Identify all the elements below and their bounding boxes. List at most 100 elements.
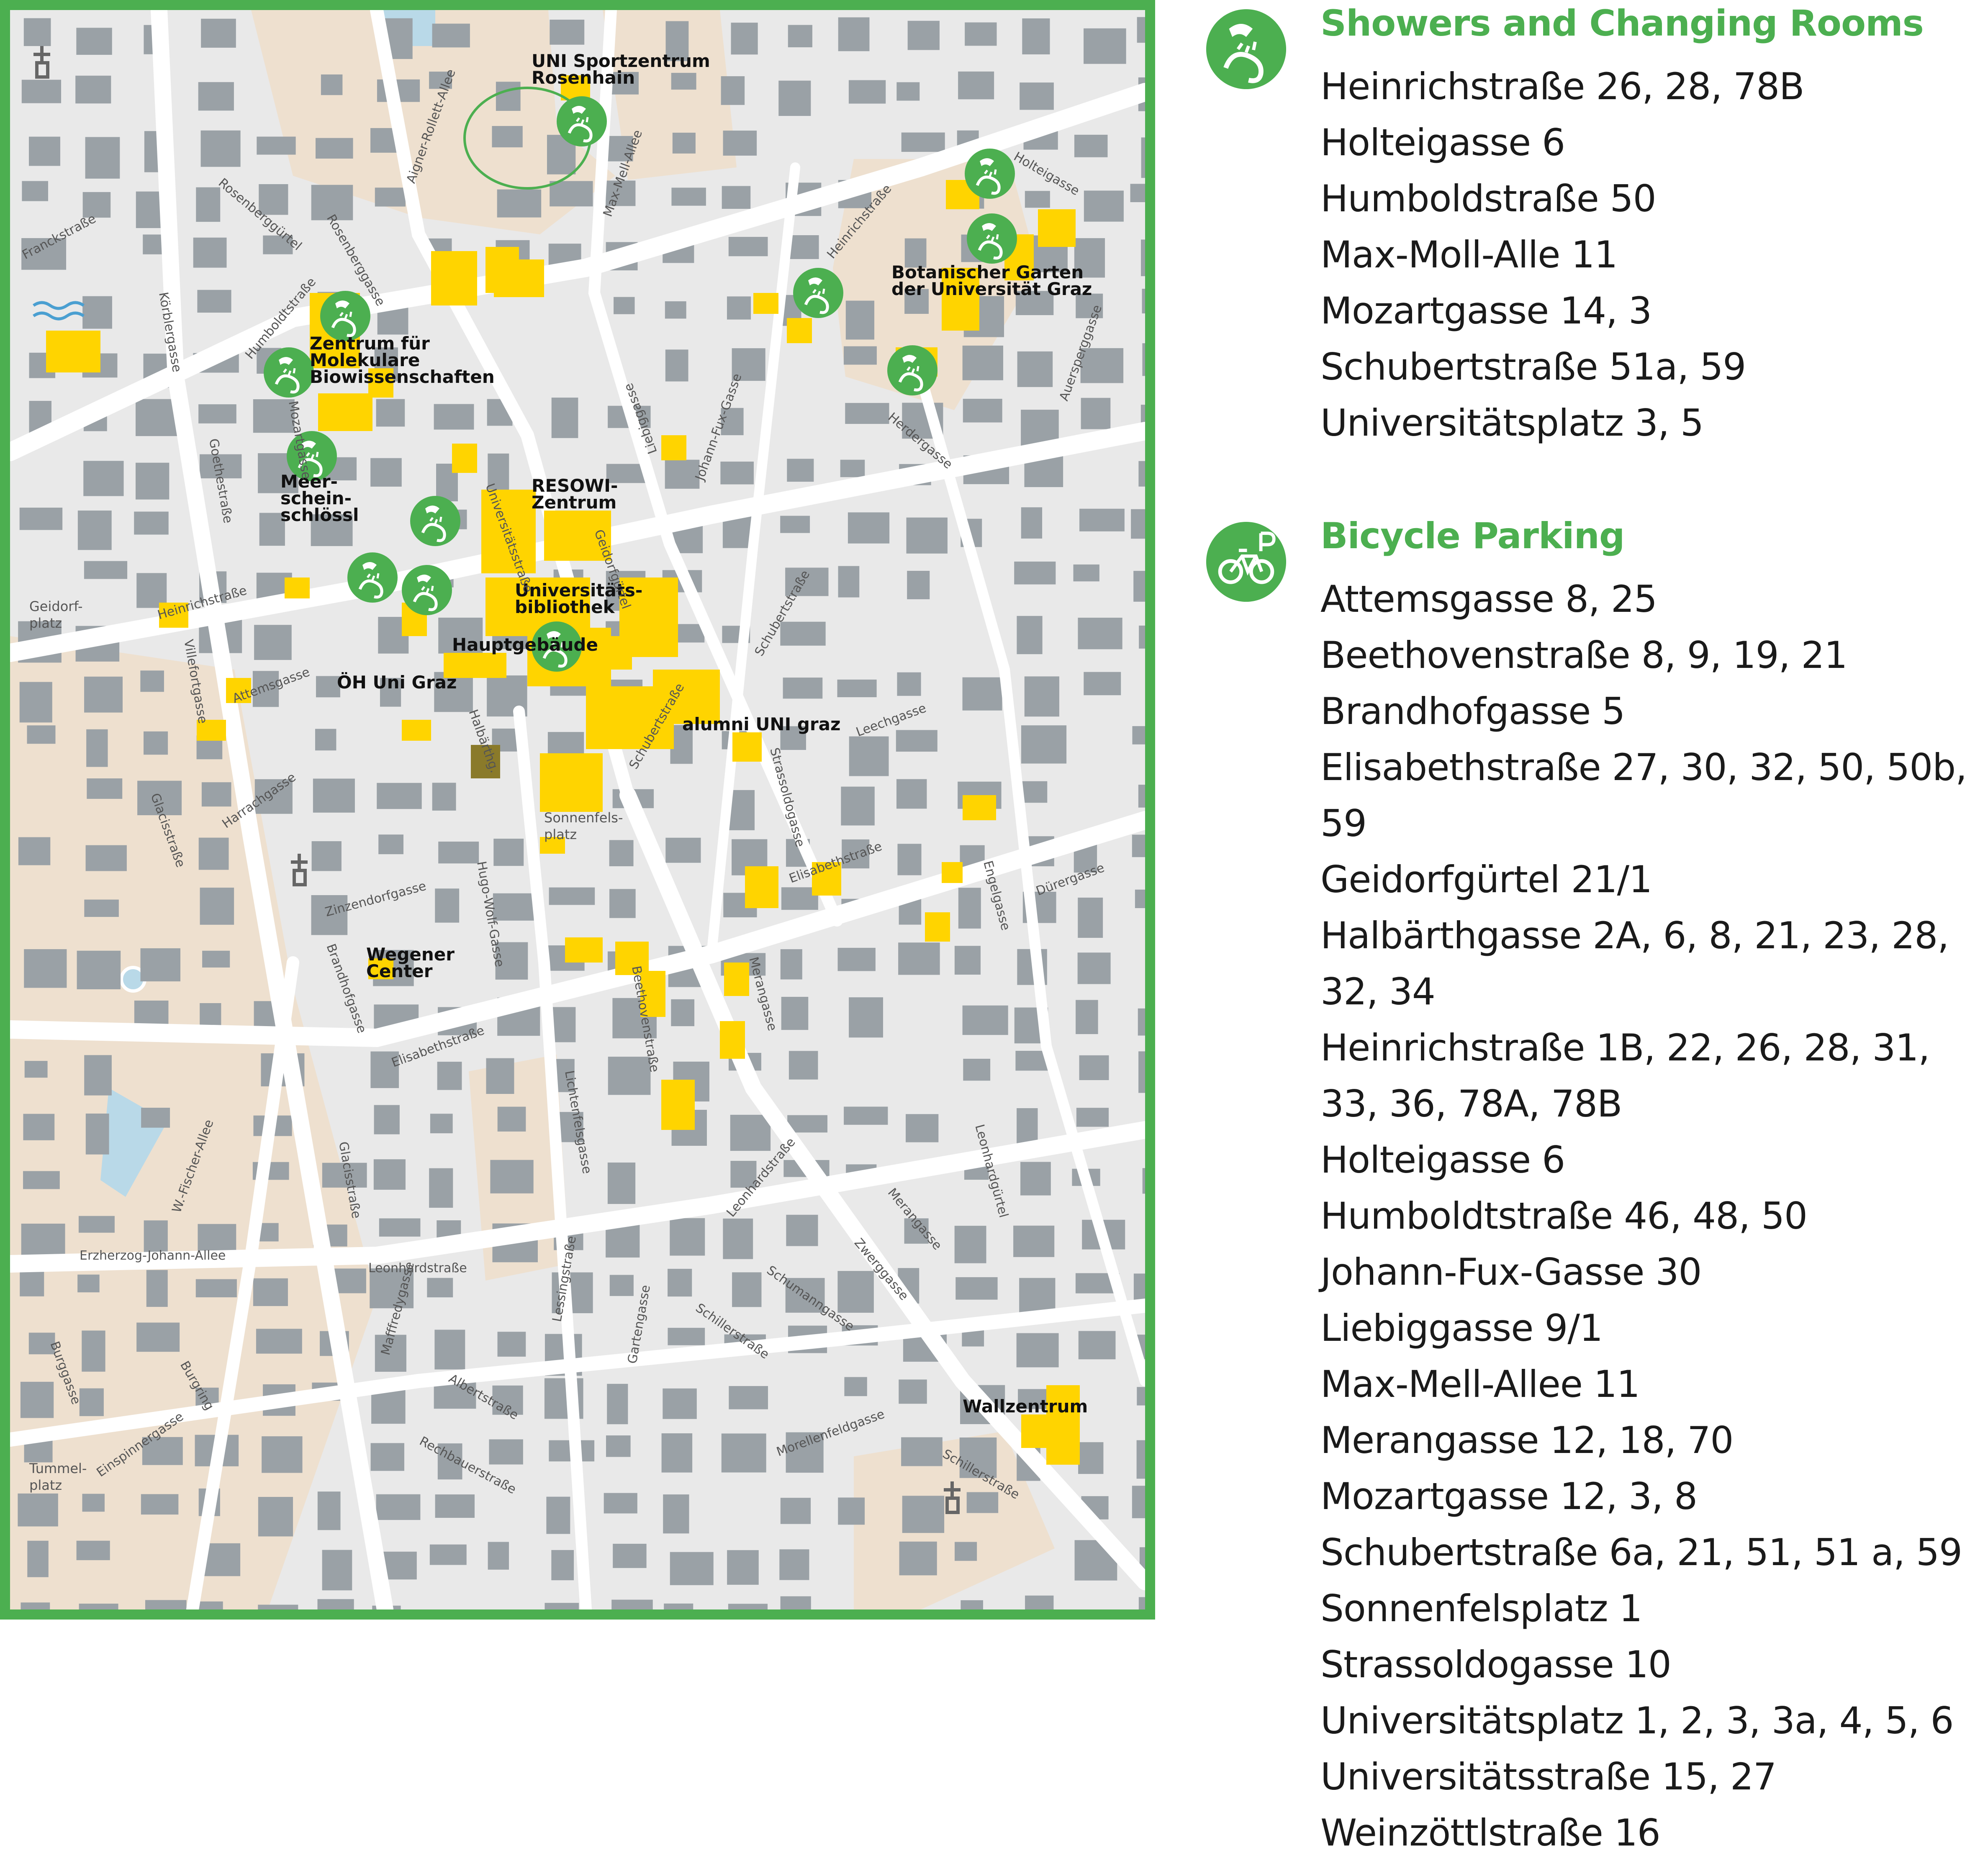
building — [844, 1377, 867, 1396]
building — [435, 888, 460, 923]
legend-item: Max-Moll-Alle 11 — [1320, 233, 1618, 276]
square-label: platz — [544, 827, 577, 842]
building — [432, 783, 456, 811]
building — [730, 1114, 771, 1151]
building — [254, 625, 292, 660]
building — [604, 1493, 637, 1514]
building — [136, 1322, 180, 1352]
building — [720, 462, 754, 485]
building — [198, 82, 234, 111]
building — [672, 133, 696, 154]
legend-item: Geidorfgürtel 21/1 — [1320, 858, 1652, 901]
building — [789, 1051, 818, 1080]
building — [77, 950, 121, 989]
building — [780, 621, 826, 646]
campus-map[interactable]: UNI Sportzentrum Rosenhain Zentrum für Mole… — [0, 0, 1155, 1620]
building — [1078, 618, 1122, 649]
building — [144, 731, 168, 755]
building — [1020, 1162, 1051, 1196]
building — [1014, 561, 1056, 585]
building — [609, 840, 634, 866]
building — [899, 1541, 937, 1576]
square-label: Tummel- — [29, 1461, 87, 1476]
building — [668, 1327, 705, 1345]
building — [837, 947, 876, 971]
legend-item: 32, 34 — [1320, 970, 1436, 1013]
building — [140, 670, 164, 692]
building — [83, 461, 124, 496]
building — [77, 1274, 100, 1293]
legend-item: Heinrichstraße 26, 28, 78B — [1320, 65, 1805, 108]
building — [779, 1549, 809, 1580]
building — [497, 1106, 526, 1132]
building — [376, 399, 405, 427]
building — [663, 1388, 697, 1419]
building — [958, 71, 994, 100]
legend-item: Elisabethstraße 27, 30, 32, 50, 50b, — [1320, 746, 1967, 789]
building — [962, 677, 1002, 711]
square-label: Sonnenfels- — [544, 810, 623, 826]
square-label: platz — [29, 615, 62, 631]
building — [374, 1105, 400, 1135]
building — [435, 1494, 475, 1518]
place-label: Wallzentrum — [963, 1396, 1088, 1417]
building — [27, 1540, 49, 1577]
building — [723, 1218, 753, 1259]
building — [966, 1492, 999, 1513]
legend-showers: Showers and Changing Rooms Heinrichstraß… — [1205, 3, 1975, 451]
building — [134, 511, 169, 535]
building — [437, 1062, 462, 1090]
place-label: Biowissenschaften — [310, 367, 495, 387]
building — [489, 1439, 523, 1465]
building — [84, 676, 123, 713]
building — [18, 1493, 58, 1527]
place-label: alumni UNI graz — [682, 714, 840, 734]
building — [963, 398, 1002, 423]
building — [438, 842, 479, 864]
shower-marker — [557, 96, 607, 146]
legend-item: Sonnenfelsplatz 1 — [1320, 1587, 1642, 1630]
building — [257, 136, 296, 155]
building — [963, 1058, 991, 1081]
building — [429, 1168, 453, 1208]
building — [1074, 134, 1108, 157]
building — [729, 1386, 768, 1409]
building — [906, 517, 948, 554]
building — [1084, 190, 1124, 222]
building — [76, 1540, 110, 1561]
building — [837, 679, 877, 698]
square-label: Geidorf- — [29, 598, 82, 614]
building — [20, 1268, 44, 1296]
building — [23, 1114, 55, 1140]
legend-item: Holteigasse 6 — [1320, 1138, 1565, 1181]
building — [434, 1330, 465, 1370]
building — [198, 404, 236, 424]
building — [1076, 1000, 1098, 1034]
place-label: schlössl — [280, 505, 359, 525]
legend-item: Universitätsstraße 15, 27 — [1320, 1755, 1777, 1798]
building — [375, 187, 406, 207]
building — [1081, 398, 1111, 429]
building — [722, 186, 751, 209]
building — [1084, 672, 1121, 696]
building — [609, 889, 636, 918]
building — [897, 672, 921, 696]
building — [493, 839, 524, 866]
building — [316, 138, 353, 159]
legend-item: Liebiggasse 9/1 — [1320, 1307, 1603, 1350]
building — [907, 21, 940, 50]
building — [848, 512, 890, 544]
place-label: Center — [366, 961, 433, 981]
building — [82, 1494, 105, 1512]
shower-marker — [402, 565, 452, 615]
building — [671, 999, 695, 1027]
building — [723, 131, 757, 156]
building — [432, 23, 470, 48]
building — [258, 1497, 293, 1537]
building — [661, 1433, 693, 1473]
building — [840, 459, 865, 477]
building — [490, 1160, 534, 1194]
building — [87, 778, 123, 799]
building — [488, 1542, 509, 1570]
building — [896, 779, 927, 809]
